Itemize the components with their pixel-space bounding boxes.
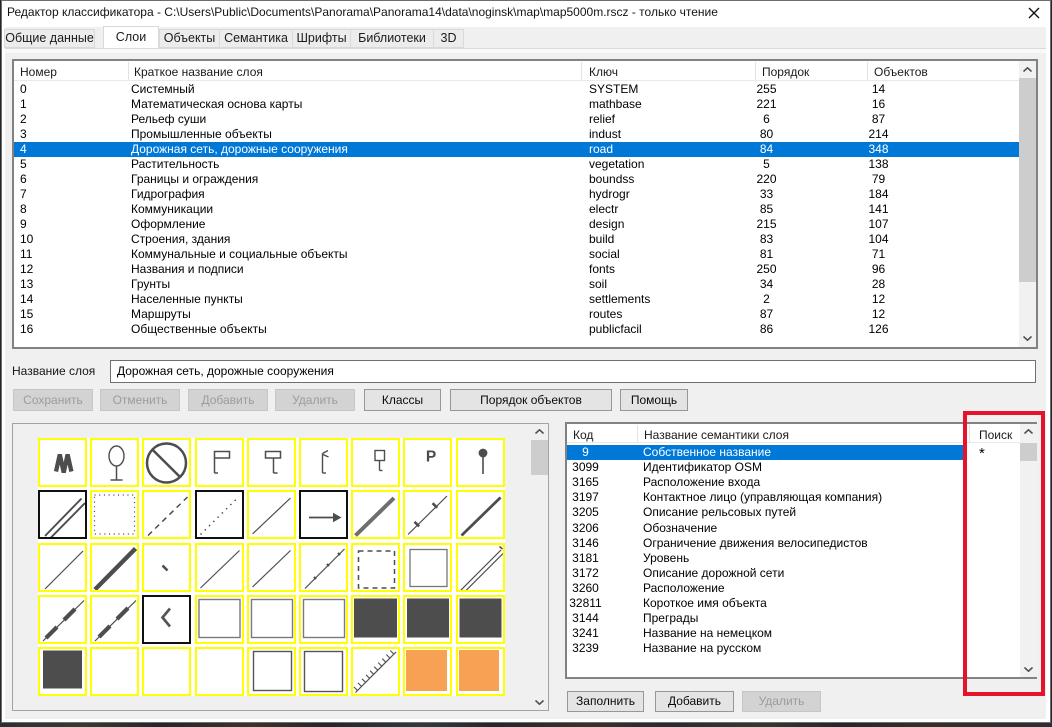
svg-text:P: P (426, 449, 436, 466)
